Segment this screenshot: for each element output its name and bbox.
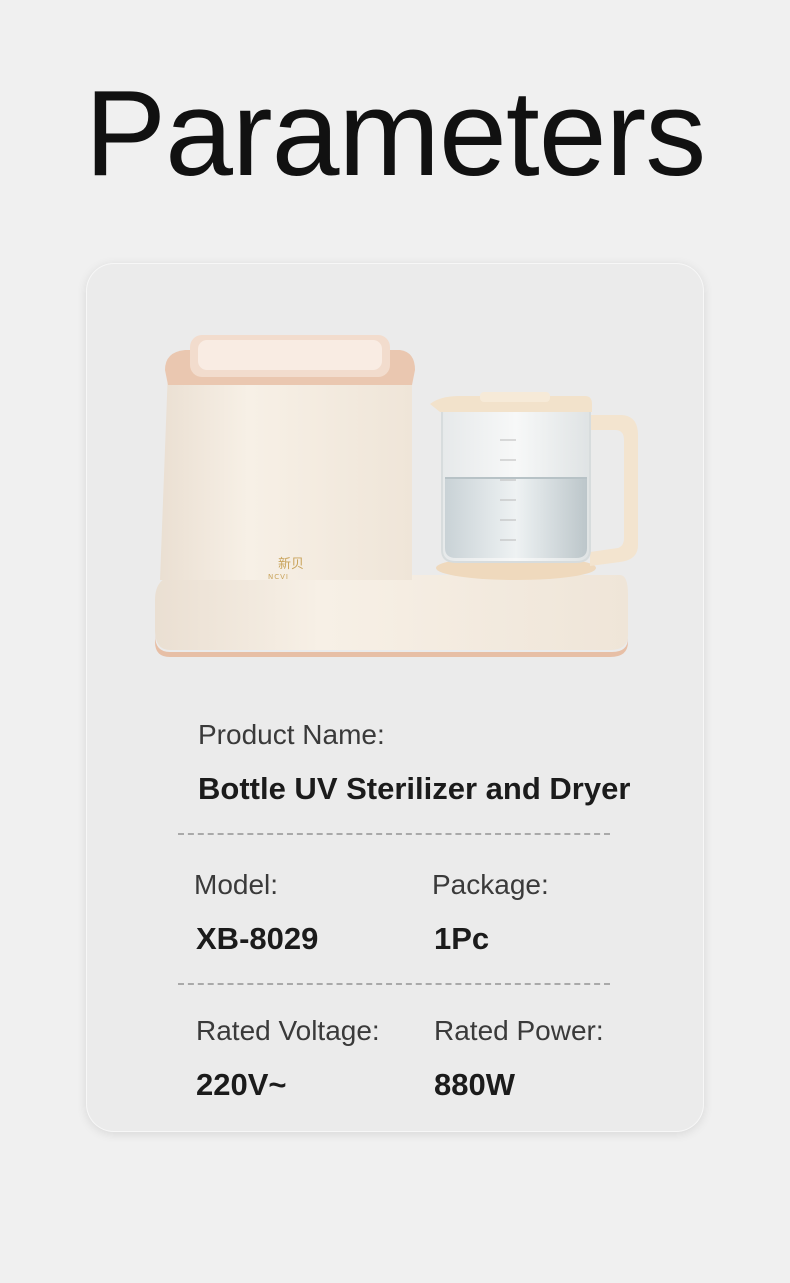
rated-voltage-label: Rated Voltage: (196, 1015, 380, 1046)
brand-logo-en: NCVI (268, 573, 289, 581)
product-name-label: Product Name: (198, 719, 385, 750)
package-label: Package: (432, 869, 549, 900)
product-image: 新贝 NCVI (155, 335, 638, 657)
product-name-value: Bottle UV Sterilizer and Dryer (198, 771, 631, 806)
appliance-base (155, 575, 628, 650)
model-value: XB-8029 (196, 921, 319, 956)
package-value: 1Pc (434, 921, 490, 956)
brand-logo-cn: 新贝 (278, 556, 304, 572)
kettle-handle (588, 415, 638, 566)
kettle-water (445, 478, 587, 558)
divider (178, 833, 610, 835)
rated-power-value: 880W (434, 1067, 515, 1102)
page-title: Parameters (84, 65, 707, 201)
divider (178, 983, 610, 985)
rated-voltage-value: 220V~ (196, 1067, 287, 1102)
sterilizer-body (160, 355, 412, 580)
rated-power-label: Rated Power: (434, 1015, 604, 1046)
model-label: Model: (194, 869, 279, 900)
